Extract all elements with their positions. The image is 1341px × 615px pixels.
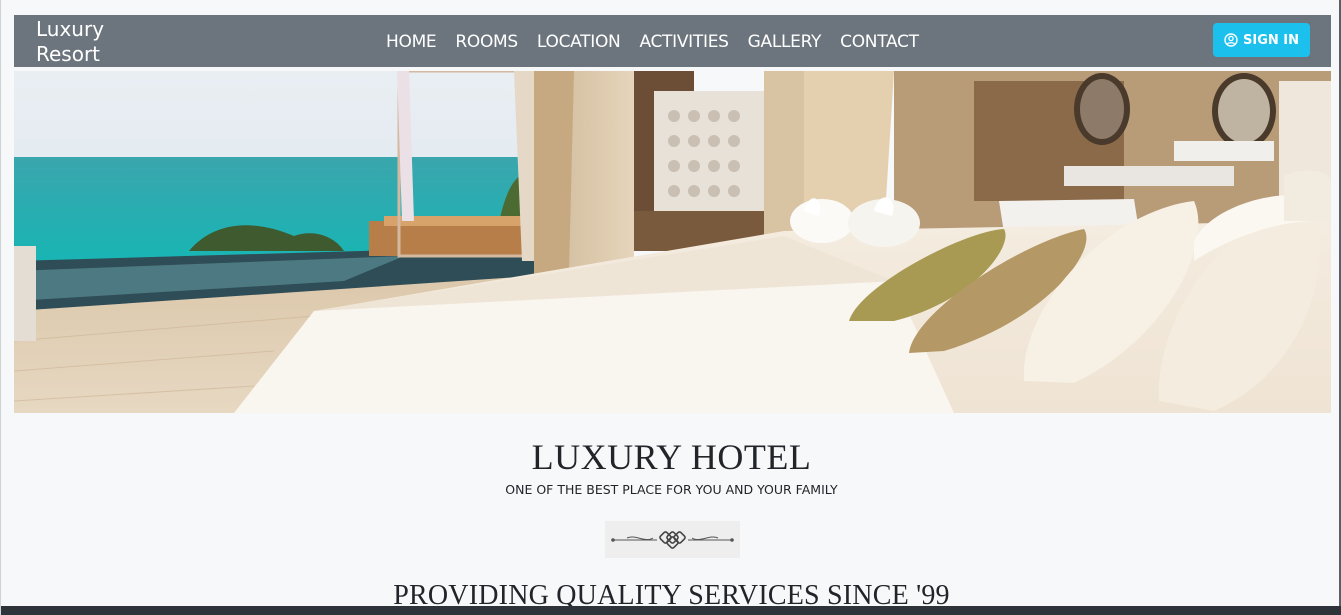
nav-link-home[interactable]: HOME <box>386 31 437 53</box>
nav-link-activities[interactable]: ACTIVITIES <box>639 31 728 53</box>
sign-in-label: SIGN IN <box>1243 32 1299 48</box>
sign-in-button[interactable]: SIGN IN <box>1213 23 1310 57</box>
nav-link-contact[interactable]: CONTACT <box>840 31 919 53</box>
hotel-room-photo <box>14 71 1331 413</box>
browser-viewport: Luxury Resort HOME ROOMS LOCATION ACTIVI… <box>0 0 1341 615</box>
user-circle-icon <box>1224 33 1238 47</box>
brand-line-1: Luxury <box>36 17 105 41</box>
page-title: LUXURY HOTEL <box>531 437 812 477</box>
nav-menu: HOME ROOMS LOCATION ACTIVITIES GALLERY C… <box>386 31 938 53</box>
taskbar-edge <box>1 606 1341 615</box>
nav-link-rooms[interactable]: ROOMS <box>455 31 518 53</box>
hero-image <box>14 71 1331 413</box>
top-navbar: Luxury Resort HOME ROOMS LOCATION ACTIVI… <box>14 15 1331 67</box>
nav-link-gallery[interactable]: GALLERY <box>748 31 822 53</box>
brand-line-2: Resort <box>36 42 101 66</box>
brand-logo[interactable]: Luxury Resort <box>36 17 126 67</box>
ornamental-divider-icon <box>605 521 740 558</box>
nav-link-location[interactable]: LOCATION <box>537 31 621 53</box>
page-subtitle: ONE OF THE BEST PLACE FOR YOU AND YOUR F… <box>505 482 838 497</box>
